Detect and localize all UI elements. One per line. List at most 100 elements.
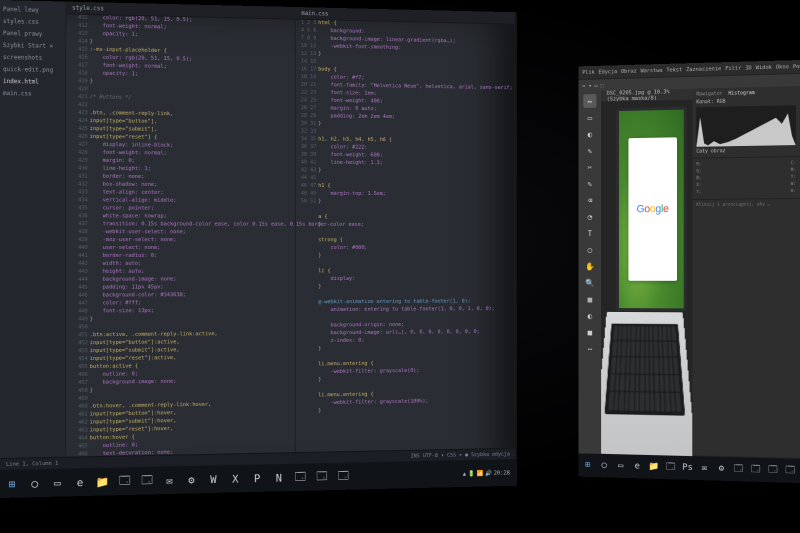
- taskbar-app-icon[interactable]: N: [269, 468, 288, 488]
- ps-tool-icon[interactable]: T: [583, 226, 596, 240]
- ps-tool-icon[interactable]: ✂: [583, 160, 596, 174]
- taskbar-app-icon[interactable]: ⚙: [714, 460, 729, 477]
- tray-icon[interactable]: 🔊: [485, 470, 492, 477]
- option-field[interactable]: ▭: [594, 83, 597, 89]
- tray-icon[interactable]: 🔋: [468, 470, 475, 477]
- taskbar-app-icon[interactable]: ✉: [160, 470, 179, 490]
- start-button[interactable]: ⊞: [2, 474, 22, 494]
- left-monitor: Panel lewystyles.cssPanel prawySzybki St…: [0, 0, 517, 498]
- histogram-panel[interactable]: Nawigator Histogram Kanał: RGB Cały obra…: [692, 86, 800, 159]
- taskbar-app-icon[interactable]: 🗔: [334, 466, 353, 486]
- channel-label: Kanał: RGB: [696, 97, 796, 105]
- photoshop-panels[interactable]: Nawigator Histogram Kanał: RGB Cały obra…: [692, 86, 800, 459]
- menu-item[interactable]: Obraz: [621, 68, 637, 74]
- histo-source[interactable]: Cały obraz: [696, 147, 796, 155]
- menu-item[interactable]: Filtr: [725, 65, 741, 71]
- photoshop-toolbar[interactable]: ↔ ▭ ◐ ✎ ✂ ✎ ⌫ ◔ T ◯ ✋ 🔍 ▦ ◐ ■ ⋯: [579, 91, 601, 454]
- line-gutter: 411 412 413 414 415 416 417 418 419 420 …: [66, 13, 91, 468]
- taskbar-clock[interactable]: 20:28: [494, 469, 510, 476]
- ps-tool-icon[interactable]: ✋: [583, 259, 596, 273]
- taskbar-app-icon[interactable]: ◯: [597, 457, 612, 474]
- menu-item[interactable]: Okno: [776, 64, 789, 70]
- taskbar-app-icon[interactable]: 📁: [647, 459, 662, 476]
- start-button[interactable]: ⊞: [580, 457, 595, 474]
- document-tab[interactable]: DSC_0205.jpg @ 10.3% (Szybka maska/8): [601, 89, 692, 102]
- layers-panel[interactable]: Kliknij i przeciągnij, aby …: [692, 199, 800, 459]
- laptop-keyboard: [605, 324, 685, 417]
- right-monitor: Plik EdycjaObrazWarstwa Tekst Zaznaczenie Fi…: [579, 60, 800, 483]
- menu-item[interactable]: Plik: [582, 69, 594, 75]
- taskbar-app-icon[interactable]: ✉: [697, 460, 712, 477]
- info-panel: R:C:G:M:B:Y:X:W:Y:H:: [692, 157, 800, 200]
- tray-icon[interactable]: 📶: [476, 470, 483, 477]
- taskbar-app-icon[interactable]: ◯: [25, 473, 45, 493]
- taskbar-app-icon[interactable]: 🗔: [731, 461, 746, 478]
- tray-icon[interactable]: ▲: [463, 470, 466, 477]
- editor-pane-left[interactable]: style.css 411 412 413 414 415 416 417 41…: [66, 2, 296, 469]
- ps-tool-icon[interactable]: ◔: [583, 210, 596, 224]
- tool-preset-icon[interactable]: ↔ ▾: [582, 83, 591, 89]
- editor-pane-right[interactable]: main.css 1 2 3 4 5 6 7 8 9 10 11 12 13 1…: [296, 7, 516, 464]
- browser-window: Google: [628, 138, 677, 281]
- sidebar-item[interactable]: quick-edit.png: [3, 64, 62, 77]
- sidebar-item[interactable]: index.html: [3, 76, 62, 89]
- taskbar-app-icon[interactable]: 🗔: [783, 462, 798, 479]
- taskbar-app-icon[interactable]: ▭: [613, 458, 628, 475]
- taskbar-app-icon[interactable]: 🗔: [663, 459, 678, 476]
- taskbar-app-icon[interactable]: e: [630, 458, 645, 475]
- taskbar-app-icon[interactable]: 🗔: [748, 461, 763, 478]
- taskbar-app-icon[interactable]: e: [70, 472, 90, 492]
- ps-tool-icon[interactable]: 🔍: [583, 276, 596, 290]
- code-editor: Panel lewystyles.cssPanel prawySzybki St…: [0, 0, 515, 470]
- histogram-graph: [696, 105, 796, 147]
- menu-item[interactable]: Edycja: [599, 69, 618, 75]
- sidebar-item[interactable]: main.css: [3, 88, 62, 101]
- ps-tool-icon[interactable]: ⋯: [583, 342, 596, 356]
- menu-item[interactable]: Tekst: [666, 67, 682, 73]
- sidebar-item[interactable]: Szybki Start ×: [3, 40, 62, 53]
- menu-item[interactable]: Pomoc: [793, 63, 800, 69]
- taskbar-app-icon[interactable]: W: [204, 469, 223, 489]
- ps-tool-icon[interactable]: ◯: [583, 243, 596, 257]
- code-area[interactable]: html { background: background-image: lin…: [318, 19, 512, 463]
- windows-taskbar[interactable]: ⊞◯▭e📁🗔Ps✉⚙🗔🗔🗔🗔: [579, 453, 800, 483]
- menu-item[interactable]: Zaznaczenie: [686, 66, 721, 73]
- ps-tool-icon[interactable]: ✎: [583, 144, 596, 158]
- taskbar-app-icon[interactable]: X: [226, 469, 245, 489]
- photo-scene: Panel lewystyles.cssPanel prawySzybki St…: [0, 0, 800, 533]
- taskbar-app-icon[interactable]: 🗔: [765, 462, 780, 479]
- taskbar-app-icon[interactable]: Ps: [680, 459, 695, 476]
- info-row: Y:H:: [696, 188, 796, 196]
- tab-nawigator[interactable]: Nawigator: [696, 91, 722, 98]
- ps-tool-icon[interactable]: ◐: [583, 127, 596, 141]
- taskbar-app-icon[interactable]: P: [248, 468, 267, 488]
- taskbar-app-icon[interactable]: ⚙: [182, 470, 201, 490]
- ps-tool-icon[interactable]: ↔: [583, 94, 596, 108]
- code-area[interactable]: color: rgb(20, 51, 15, 0.5); font-weight…: [90, 14, 293, 468]
- editor-sidebar[interactable]: Panel lewystyles.cssPanel prawySzybki St…: [0, 0, 66, 470]
- taskbar-app-icon[interactable]: ▭: [48, 473, 68, 493]
- photoshop-canvas[interactable]: DSC_0205.jpg @ 10.3% (Szybka maska/8) Go…: [601, 89, 692, 457]
- laptop-base: [601, 312, 692, 456]
- menu-item[interactable]: 3D: [745, 65, 751, 71]
- taskbar-app-icon[interactable]: 🗔: [115, 471, 134, 491]
- taskbar-app-icon[interactable]: 📁: [93, 472, 113, 492]
- ps-tool-icon[interactable]: ■: [583, 325, 596, 339]
- ps-tool-icon[interactable]: ⌫: [583, 193, 596, 207]
- tab-histogram[interactable]: Histogram: [728, 90, 754, 97]
- google-logo: Google: [636, 203, 668, 215]
- menu-item[interactable]: Widok: [756, 64, 772, 70]
- option-field[interactable]: ⬚: [600, 83, 603, 89]
- sidebar-item[interactable]: screenshots: [3, 52, 62, 65]
- taskbar-tray[interactable]: ▲ 🔋 📶 🔊 20:28: [463, 469, 514, 477]
- ps-tool-icon[interactable]: ✎: [583, 177, 596, 191]
- taskbar-app-icon[interactable]: 🗔: [313, 467, 332, 487]
- ps-tool-icon[interactable]: ▦: [583, 292, 596, 306]
- laptop-photo: Google: [607, 107, 687, 451]
- panel-hint: Kliknij i przeciągnij, aby …: [696, 202, 796, 209]
- taskbar-app-icon[interactable]: 🗔: [137, 471, 156, 491]
- ps-tool-icon[interactable]: ◐: [583, 309, 596, 323]
- menu-item[interactable]: Warstwa: [640, 67, 662, 73]
- taskbar-app-icon[interactable]: 🗔: [291, 467, 310, 487]
- ps-tool-icon[interactable]: ▭: [583, 111, 596, 125]
